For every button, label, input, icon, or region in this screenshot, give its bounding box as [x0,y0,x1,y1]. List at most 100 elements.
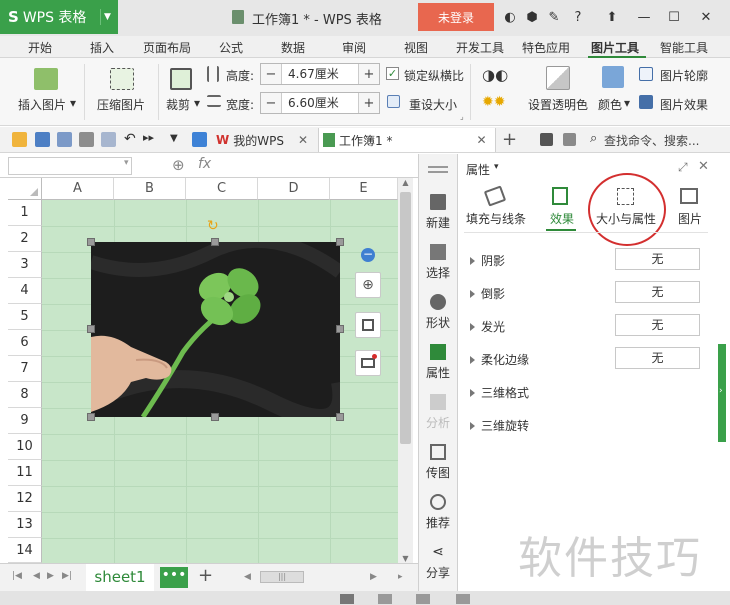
row-header[interactable]: 6 [8,330,42,356]
chevron-right-icon[interactable]: › [719,386,723,396]
expand-triangle-icon[interactable] [470,256,475,265]
media-icon[interactable] [540,133,553,146]
row-header[interactable]: 7 [8,356,42,382]
compress-picture-button[interactable]: 压缩图片 [97,96,145,113]
collapse-icon[interactable]: − [361,248,375,262]
collapse-pane-icon[interactable]: ⤢ [678,160,688,175]
row-header[interactable]: 13 [8,512,42,538]
inserted-picture[interactable] [91,242,340,417]
maximize-icon[interactable]: ☐ [664,7,684,27]
expand-triangle-icon[interactable] [470,289,475,298]
search-icon[interactable]: ⌕ [590,131,597,146]
tab-formulas[interactable]: 公式 [219,39,243,56]
expand-triangle-icon[interactable] [470,421,475,430]
side-analysis-button[interactable]: 分析 [418,394,458,431]
soft-edges-select[interactable]: 无 [615,347,700,369]
resize-handle[interactable] [336,238,344,246]
reset-size-icon[interactable] [387,95,400,108]
feedback-icon[interactable]: ✎ [544,7,564,27]
picture-layout-button[interactable] [355,350,381,376]
row-header[interactable]: 2 [8,226,42,252]
formula-input[interactable] [222,157,412,175]
tab-insert[interactable]: 插入 [90,39,114,56]
prop-row-soft-edges[interactable]: 柔化边缘 [470,351,529,368]
scroll-left-icon[interactable]: ◀ [244,572,251,582]
crop-icon[interactable] [170,68,192,90]
resize-handle[interactable] [87,325,95,333]
resize-handle[interactable] [336,325,344,333]
side-share-button[interactable]: ⋖ 分享 [418,544,458,581]
close-icon[interactable]: ✕ [698,159,709,174]
prop-row-shadow[interactable]: 阴影 [470,252,505,269]
tab-data[interactable]: 数据 [281,39,305,56]
chevron-down-icon[interactable]: ▾ [70,96,76,110]
side-recommend-button[interactable]: 推荐 [418,494,458,531]
row-header[interactable]: 5 [8,304,42,330]
chevron-down-icon[interactable]: ▾ [124,158,129,168]
split-icon[interactable]: ▸ [398,572,403,582]
save-icon[interactable] [35,132,50,147]
reset-size-button[interactable]: 重设大小 [409,96,457,113]
tab-smart-tools[interactable]: 智能工具 [660,39,708,56]
new-tab-plus-icon[interactable]: + [502,129,517,150]
prop-row-3d-format[interactable]: 三维格式 [470,384,529,401]
help-icon[interactable]: ? [568,7,588,27]
page-layout-view-icon[interactable] [378,594,392,604]
close-icon[interactable]: ✕ [696,7,716,27]
side-upload-picture-button[interactable]: 传图 [418,444,458,481]
glow-select[interactable]: 无 [615,314,700,336]
tab-view[interactable]: 视图 [404,39,428,56]
row-header[interactable]: 10 [8,434,42,460]
minus-icon[interactable]: − [261,93,281,113]
pane-scroll-track[interactable] [718,154,730,514]
settings-icon[interactable]: ⬢ [522,7,542,27]
insert-picture-icon[interactable] [34,68,58,90]
brightness-icon[interactable]: ✹✹ [482,94,505,110]
tab-page-layout[interactable]: 页面布局 [143,39,191,56]
window-icon[interactable] [563,133,576,146]
print-preview-icon[interactable] [101,132,116,147]
resize-handle[interactable] [87,238,95,246]
plus-icon[interactable]: + [359,93,379,113]
export-pdf-icon[interactable] [57,132,72,147]
more-sheets-icon[interactable]: ••• [160,567,188,588]
scroll-up-icon[interactable]: ▲ [398,178,413,187]
scroll-down-icon[interactable]: ▼ [398,554,413,563]
chevron-down-icon[interactable]: ▼ [100,9,114,25]
picture-effect-icon[interactable] [639,95,653,109]
column-header[interactable]: D [258,178,330,200]
picture-outline-button[interactable]: 图片轮廓 [660,67,708,84]
redo-icon[interactable]: ▸▸ [143,131,154,144]
shadow-select[interactable]: 无 [615,248,700,270]
prop-row-glow[interactable]: 发光 [470,318,505,335]
contrast-icon[interactable]: ◑◐ [482,66,508,84]
column-header[interactable]: A [42,178,114,200]
plus-icon[interactable]: + [359,64,379,84]
row-header[interactable]: 14 [8,538,42,563]
minimize-to-tray-icon[interactable]: ⬆ [602,7,622,27]
column-header[interactable]: B [114,178,186,200]
lock-ratio-label[interactable]: 锁定纵横比 [404,67,464,84]
side-property-button[interactable]: 属性 [418,344,458,381]
login-button[interactable]: 未登录 [418,3,494,31]
prev-sheet-icon[interactable]: ◀ [33,571,40,581]
height-input[interactable]: 4.67厘米 [281,64,359,84]
lock-ratio-checkbox[interactable]: ✓ [386,67,399,80]
cube-icon[interactable] [192,132,207,147]
next-sheet-icon[interactable]: ▶ [47,571,54,581]
width-input[interactable]: 6.60厘米 [281,93,359,113]
horizontal-scroll-thumb[interactable]: ||| [260,571,304,583]
scroll-thumb[interactable] [400,192,411,444]
wps-app-menu-button[interactable]: S WPS 表格 ▼ [0,0,118,34]
undo-icon[interactable]: ↶ [124,131,136,147]
close-icon[interactable]: ✕ [476,133,486,147]
first-sheet-icon[interactable]: |◀ [12,571,22,581]
tab-picture[interactable]: 图片 [678,210,702,227]
open-folder-icon[interactable] [12,132,27,147]
sheet-tab-sheet1[interactable]: sheet1 [86,564,154,591]
chevron-down-icon[interactable]: ▾ [624,96,630,110]
compress-picture-icon[interactable] [110,68,134,90]
reflection-select[interactable]: 无 [615,281,700,303]
picture-effect-button[interactable]: 图片效果 [660,96,708,113]
prop-row-3d-rotation[interactable]: 三维旋转 [470,417,529,434]
